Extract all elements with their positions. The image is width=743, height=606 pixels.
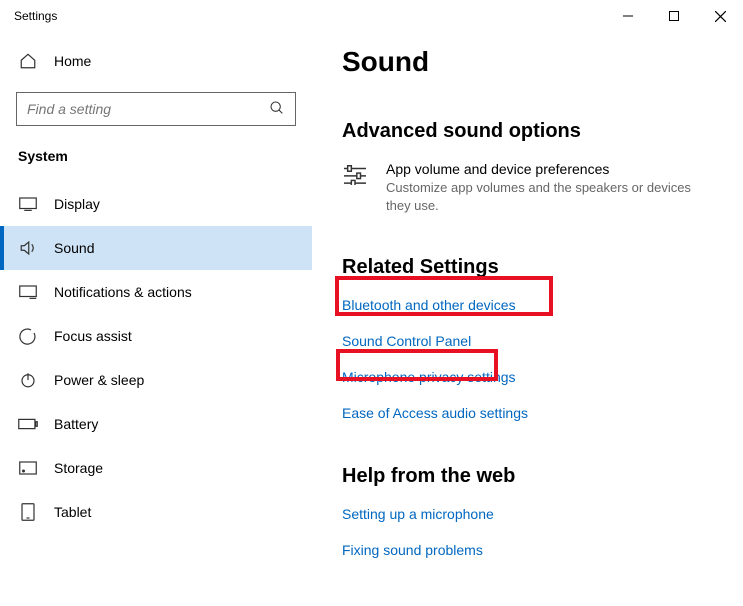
advanced-item-title: App volume and device preferences [386,161,719,177]
app-volume-preferences[interactable]: App volume and device preferences Custom… [342,161,719,214]
link-help-sound-problems[interactable]: Fixing sound problems [342,542,719,558]
sidebar-item-focus-assist[interactable]: Focus assist [0,314,312,358]
power-icon [18,371,38,389]
home-icon [18,52,38,70]
link-bluetooth-devices[interactable]: Bluetooth and other devices [342,297,719,313]
sidebar-item-notifications[interactable]: Notifications & actions [0,270,312,314]
window-controls [605,0,743,32]
sidebar-item-label: Focus assist [54,328,132,344]
related-settings-heading: Related Settings [342,256,719,279]
help-heading: Help from the web [342,465,719,488]
sidebar-item-label: Storage [54,460,103,476]
storage-icon [18,461,38,475]
sidebar-item-label: Power & sleep [54,372,144,388]
home-label: Home [54,53,91,69]
sidebar-item-storage[interactable]: Storage [0,446,312,490]
sidebar-item-power-sleep[interactable]: Power & sleep [0,358,312,402]
sidebar-item-battery[interactable]: Battery [0,402,312,446]
link-sound-control-panel[interactable]: Sound Control Panel [342,333,719,349]
sidebar: Home System Display Sound Notifications … [0,32,312,606]
search-icon [269,100,285,119]
sidebar-heading: System [0,148,312,164]
sound-icon [18,240,38,256]
maximize-button[interactable] [651,0,697,32]
notifications-icon [18,285,38,299]
advanced-sound-heading: Advanced sound options [342,120,719,143]
sidebar-item-tablet[interactable]: Tablet [0,490,312,534]
sidebar-item-label: Sound [54,240,94,256]
main-content: Sound Advanced sound options App volume … [312,32,743,606]
link-microphone-privacy[interactable]: Microphone privacy settings [342,369,719,385]
minimize-button[interactable] [605,0,651,32]
title-bar: Settings [0,0,743,32]
display-icon [18,197,38,211]
page-title: Sound [342,46,719,78]
advanced-item-desc: Customize app volumes and the speakers o… [386,179,719,214]
tablet-icon [18,503,38,521]
sidebar-item-display[interactable]: Display [0,182,312,226]
sidebar-item-label: Notifications & actions [54,284,192,300]
sliders-icon [342,161,368,214]
focus-assist-icon [18,327,38,345]
sidebar-item-label: Battery [54,416,98,432]
search-input[interactable] [17,101,295,117]
sidebar-item-sound[interactable]: Sound [0,226,312,270]
close-button[interactable] [697,0,743,32]
sidebar-item-label: Tablet [54,504,91,520]
link-ease-of-access-audio[interactable]: Ease of Access audio settings [342,405,719,421]
search-box[interactable] [16,92,296,126]
link-help-microphone[interactable]: Setting up a microphone [342,506,719,522]
sidebar-item-label: Display [54,196,100,212]
home-nav[interactable]: Home [0,42,312,80]
window-title: Settings [14,9,57,23]
battery-icon [18,418,38,430]
